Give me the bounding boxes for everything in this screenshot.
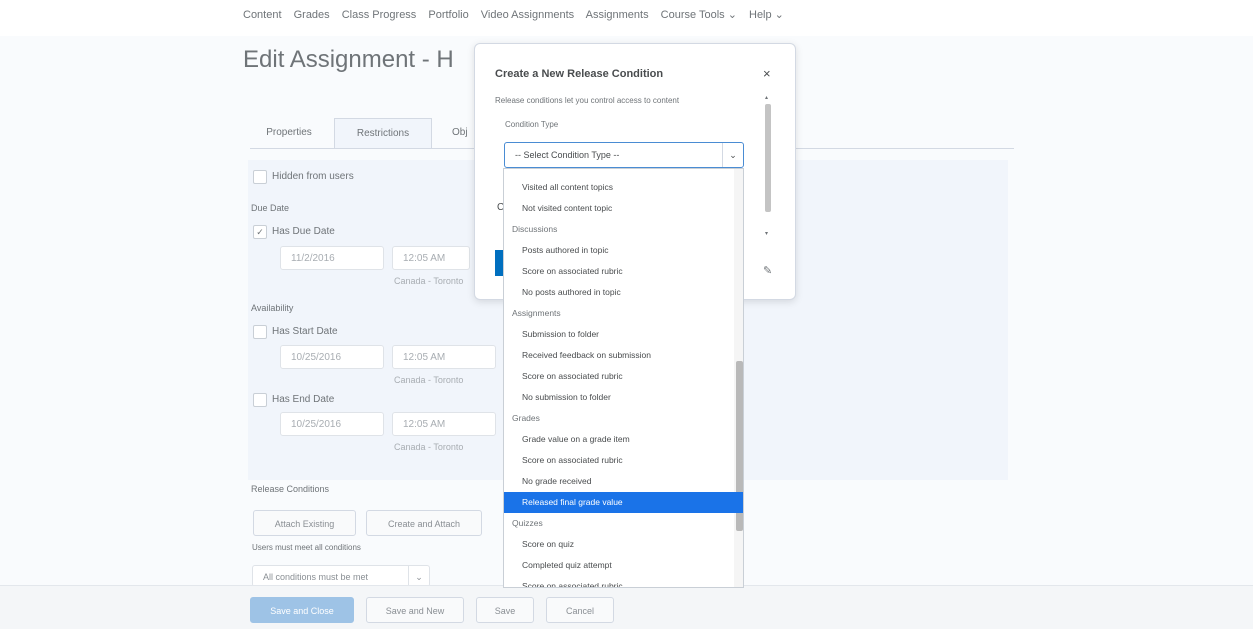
availability-heading: Availability: [251, 303, 294, 313]
start-date-input[interactable]: 10/25/2016: [280, 345, 384, 369]
due-date-heading: Due Date: [251, 203, 290, 213]
nav-portfolio[interactable]: Portfolio: [428, 9, 468, 21]
due-time-input[interactable]: 12:05 AM: [392, 246, 470, 270]
has-end-date-checkbox[interactable]: [253, 393, 267, 407]
nav-help[interactable]: Help ⌄: [749, 9, 784, 21]
chevron-down-icon: ⌄: [722, 143, 743, 167]
start-time-input[interactable]: 12:05 AM: [392, 345, 496, 369]
nav-content[interactable]: Content: [243, 9, 282, 21]
start-timezone: Canada - Toronto: [394, 375, 464, 385]
dropdown-group-label: Assignments: [512, 308, 561, 318]
nav-class-progress[interactable]: Class Progress: [342, 9, 417, 21]
dialog-description: Release conditions let you control acces…: [495, 96, 680, 105]
save-button[interactable]: Save: [476, 597, 534, 623]
dropdown-option[interactable]: Received feedback on submission: [504, 345, 743, 366]
has-due-date-checkbox[interactable]: ✓: [253, 225, 267, 239]
chevron-down-icon: ⌄: [408, 566, 429, 586]
dropdown-option[interactable]: No submission to folder: [504, 387, 743, 408]
nav-course-tools[interactable]: Course Tools ⌄: [661, 9, 737, 21]
close-icon[interactable]: ×: [763, 66, 771, 81]
save-and-new-button[interactable]: Save and New: [366, 597, 464, 623]
dropdown-option-selected[interactable]: Released final grade value: [504, 492, 743, 513]
tab-properties[interactable]: Properties: [250, 118, 328, 148]
end-date-input[interactable]: 10/25/2016: [280, 412, 384, 436]
dropdown-option[interactable]: Score on associated rubric: [504, 261, 743, 282]
dropdown-option[interactable]: Completed quiz attempt: [504, 555, 743, 576]
dropdown-option[interactable]: Score on associated rubric: [504, 450, 743, 471]
tab-restrictions[interactable]: Restrictions: [334, 118, 432, 149]
has-start-date-checkbox[interactable]: [253, 325, 267, 339]
dropdown-group-label: Discussions: [512, 224, 558, 234]
attach-existing-button[interactable]: Attach Existing: [253, 510, 356, 536]
save-and-close-button[interactable]: Save and Close: [250, 597, 354, 623]
cancel-button[interactable]: Cancel: [546, 597, 614, 623]
end-time-input[interactable]: 12:05 AM: [392, 412, 496, 436]
condition-type-dropdown[interactable]: Visited all content topics Not visited co…: [503, 168, 744, 588]
dialog-scroll-thumb[interactable]: [765, 104, 771, 212]
footer-bar: [0, 585, 1253, 629]
nav-grades[interactable]: Grades: [294, 9, 330, 21]
course-nav: Content Grades Class Progress Portfolio …: [243, 8, 793, 21]
has-start-date-label: Has Start Date: [272, 326, 338, 337]
dropdown-option[interactable]: Not visited content topic: [504, 198, 743, 219]
end-timezone: Canada - Toronto: [394, 442, 464, 452]
condition-type-select[interactable]: -- Select Condition Type -- ⌄: [504, 142, 744, 168]
dropdown-option[interactable]: Visited all content topics: [504, 177, 743, 198]
release-condition-value: All conditions must be met: [263, 572, 369, 582]
dialog-scrollbar[interactable]: ▴ ▾: [764, 94, 772, 239]
dropdown-option[interactable]: No posts authored in topic: [504, 282, 743, 303]
release-condition-select[interactable]: All conditions must be met ⌄: [252, 565, 430, 587]
dropdown-option[interactable]: Grade value on a grade item: [504, 429, 743, 450]
nav-video-assignments[interactable]: Video Assignments: [481, 9, 574, 21]
page-title: Edit Assignment - H: [243, 46, 454, 73]
dropdown-option[interactable]: Score on associated rubric: [504, 576, 743, 587]
release-conditions-heading: Release Conditions: [251, 484, 330, 494]
dropdown-option[interactable]: Score on quiz: [504, 534, 743, 555]
condition-type-value: -- Select Condition Type --: [515, 150, 620, 160]
dropdown-group-label: Grades: [512, 413, 540, 423]
pencil-icon: ✎: [763, 265, 773, 277]
has-due-date-label: Has Due Date: [272, 226, 335, 237]
dropdown-group-label: Quizzes: [512, 518, 543, 528]
release-note: Users must meet all conditions: [252, 543, 361, 552]
due-timezone: Canada - Toronto: [394, 276, 464, 286]
dropdown-option[interactable]: Submission to folder: [504, 324, 743, 345]
dropdown-option[interactable]: Posts authored in topic: [504, 240, 743, 261]
create-and-attach-button[interactable]: Create and Attach: [366, 510, 482, 536]
dropdown-option[interactable]: No grade received: [504, 471, 743, 492]
due-date-input[interactable]: 11/2/2016: [280, 246, 384, 270]
nav-assignments[interactable]: Assignments: [586, 9, 649, 21]
condition-type-label: Condition Type: [505, 120, 559, 129]
has-end-date-label: Has End Date: [272, 394, 335, 405]
hidden-label: Hidden from users: [272, 171, 354, 182]
hidden-checkbox[interactable]: [253, 170, 267, 184]
dropdown-option[interactable]: Score on associated rubric: [504, 366, 743, 387]
dialog-title: Create a New Release Condition: [495, 68, 664, 80]
